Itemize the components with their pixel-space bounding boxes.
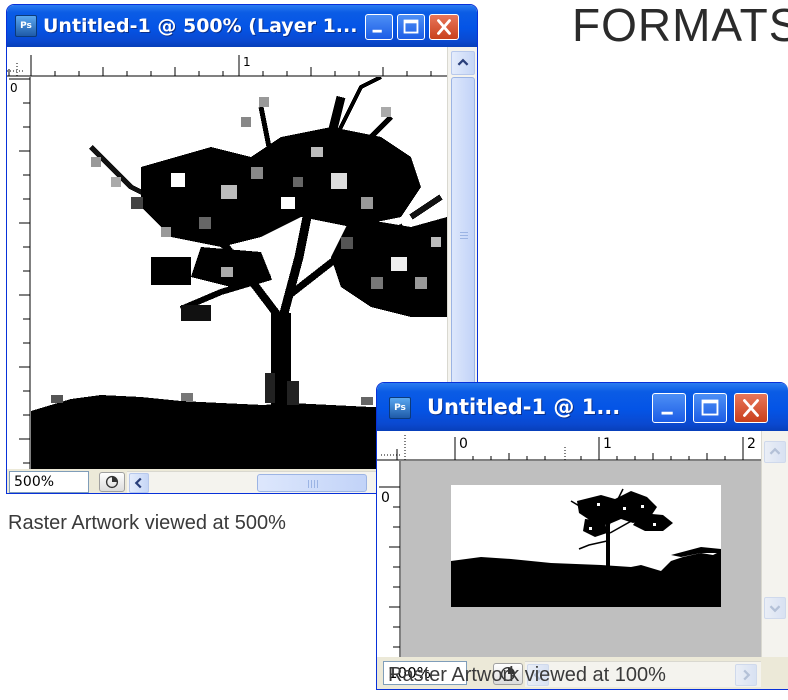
close-icon xyxy=(437,19,451,35)
maximize-button[interactable] xyxy=(693,393,727,423)
scroll-right-button[interactable] xyxy=(735,664,757,686)
scroll-down-button[interactable] xyxy=(764,597,786,619)
title-bar[interactable]: Ps Untitled-1 @ 1... xyxy=(377,383,788,431)
page-heading: FORMATS xyxy=(572,0,788,51)
maximize-icon xyxy=(403,19,419,34)
maximize-icon xyxy=(701,399,719,416)
photoshop-app-icon: Ps xyxy=(389,397,411,419)
scroll-left-button[interactable] xyxy=(129,473,149,493)
vertical-scrollbar[interactable] xyxy=(761,431,788,657)
scroll-up-button[interactable] xyxy=(764,441,786,463)
horizontal-ruler: 0 1 2 xyxy=(377,431,761,461)
status-menu-button[interactable] xyxy=(99,472,125,492)
raster-tree-image xyxy=(451,485,721,607)
vertical-ruler: 0 xyxy=(7,77,31,469)
window-title: Untitled-1 @ 500% (Layer 1... xyxy=(43,15,358,37)
ruler-label: 0 xyxy=(381,490,390,506)
photoshop-app-icon: Ps xyxy=(15,15,37,37)
scroll-up-icon xyxy=(769,447,781,455)
scroll-right-icon xyxy=(743,669,751,681)
caption-100: Raster Artwork viewed at 100% xyxy=(388,664,666,686)
status-menu-icon xyxy=(105,475,119,489)
window-title: Untitled-1 @ 1... xyxy=(427,395,621,419)
document-window-100[interactable]: Ps Untitled-1 @ 1... 0 1 2 0 100% xyxy=(376,382,788,690)
scroll-down-icon xyxy=(769,605,781,613)
scroll-left-icon xyxy=(134,477,142,489)
document-canvas[interactable] xyxy=(401,461,761,657)
close-button[interactable] xyxy=(429,14,459,40)
ruler-label: 1 xyxy=(243,55,251,69)
close-icon xyxy=(743,399,759,417)
horizontal-scroll-thumb[interactable] xyxy=(257,474,367,492)
minimize-button[interactable] xyxy=(652,393,686,423)
minimize-icon xyxy=(661,411,673,415)
caption-500: Raster Artwork viewed at 500% xyxy=(8,512,286,534)
minimize-button[interactable] xyxy=(365,14,393,40)
minimize-icon xyxy=(372,29,382,33)
horizontal-ruler: 1 xyxy=(7,47,447,77)
title-bar[interactable]: Ps Untitled-1 @ 500% (Layer 1... xyxy=(7,5,477,47)
vertical-ruler: 0 xyxy=(377,461,401,657)
ruler-label: 0 xyxy=(459,436,468,452)
ruler-label: 2 xyxy=(747,436,756,452)
maximize-button[interactable] xyxy=(397,14,425,40)
scroll-up-icon xyxy=(457,58,469,66)
zoom-level-field[interactable]: 500% xyxy=(9,471,89,493)
close-button[interactable] xyxy=(734,393,768,423)
ruler-label: 0 xyxy=(10,81,18,95)
vertical-scroll-thumb[interactable] xyxy=(451,77,475,397)
scroll-up-button[interactable] xyxy=(451,51,475,75)
ruler-label: 1 xyxy=(603,436,612,452)
